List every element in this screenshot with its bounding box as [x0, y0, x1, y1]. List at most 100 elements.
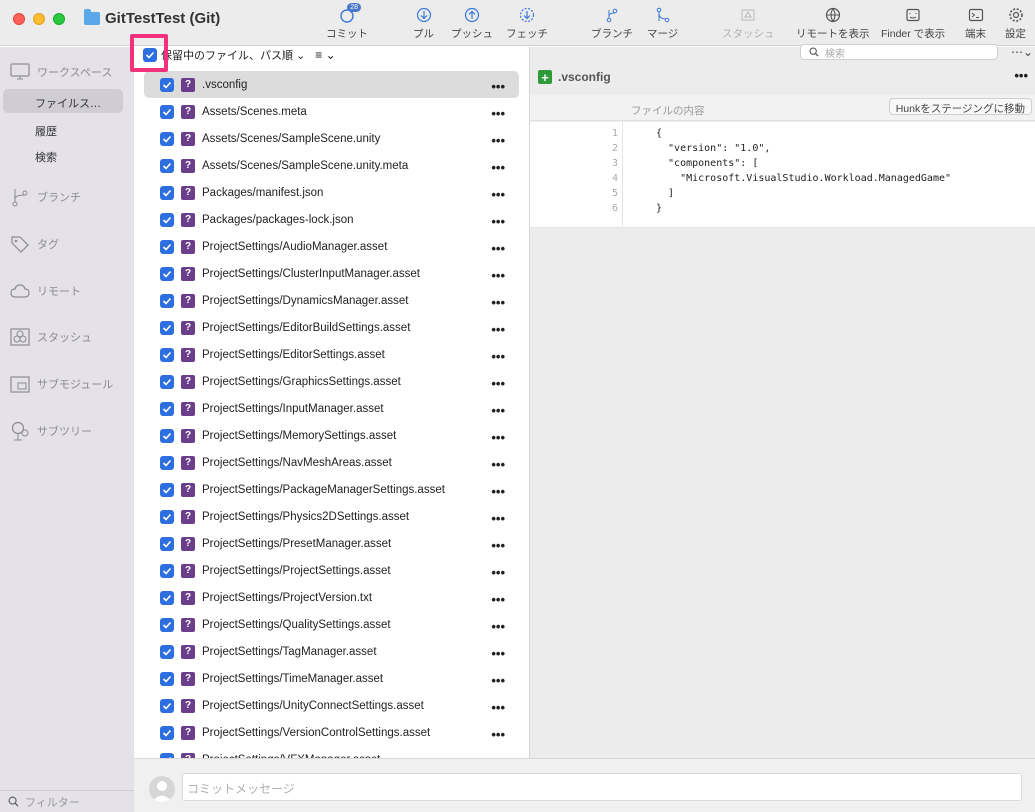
file-more-button[interactable]: ••• [491, 160, 505, 175]
file-stage-checkbox[interactable] [160, 158, 174, 173]
file-row[interactable]: ? ProjectSettings/DynamicsManager.asset ••… [144, 287, 519, 314]
file-row[interactable]: ? ProjectSettings/TimeManager.asset ••• [144, 665, 519, 692]
sidebar-filter-field[interactable]: フィルター [0, 790, 134, 812]
file-more-button[interactable]: ••• [491, 403, 505, 418]
diff-more-button[interactable]: ••• [1014, 68, 1028, 83]
file-stage-checkbox[interactable] [160, 509, 174, 524]
terminal-button[interactable]: 端末 [965, 4, 986, 41]
merge-button[interactable]: マージ [647, 4, 678, 41]
file-more-button[interactable]: ••• [491, 538, 505, 553]
file-row[interactable]: ? ProjectSettings/TagManager.asset ••• [144, 638, 519, 665]
sidebar-section-stashes[interactable]: スタッシュ [10, 328, 92, 346]
sidebar-section-remotes[interactable]: リモート [10, 283, 81, 299]
show-remote-button[interactable]: リモートを表示 [796, 4, 870, 41]
file-row[interactable]: ? ProjectSettings/Physics2DSettings.asset… [144, 503, 519, 530]
file-stage-checkbox[interactable] [160, 293, 174, 308]
file-more-button[interactable]: ••• [491, 511, 505, 526]
file-more-button[interactable]: ••• [491, 79, 505, 94]
file-stage-checkbox[interactable] [160, 320, 174, 335]
file-stage-checkbox[interactable] [160, 104, 174, 119]
sort-mode-dropdown[interactable]: 保留中のファイル、パス順 ⌄ [161, 47, 305, 63]
file-stage-checkbox[interactable] [160, 563, 174, 578]
file-stage-checkbox[interactable] [160, 266, 174, 281]
pull-button[interactable]: プル [413, 4, 434, 41]
file-row[interactable]: ? ProjectSettings/QualitySettings.asset ••… [144, 611, 519, 638]
file-row[interactable]: ? ProjectSettings/ClusterInputManager.ass… [144, 260, 519, 287]
file-more-button[interactable]: ••• [491, 376, 505, 391]
file-row[interactable]: ? ProjectSettings/ProjectSettings.asset ••… [144, 557, 519, 584]
search-input[interactable]: 検索 [800, 44, 998, 60]
file-row[interactable]: ? ProjectSettings/NavMeshAreas.asset ••• [144, 449, 519, 476]
sidebar-section-tags[interactable]: タグ [10, 234, 59, 254]
file-more-button[interactable]: ••• [491, 214, 505, 229]
file-row[interactable]: ? ProjectSettings/PresetManager.asset ••• [144, 530, 519, 557]
file-more-button[interactable]: ••• [491, 646, 505, 661]
file-more-button[interactable]: ••• [491, 349, 505, 364]
file-more-button[interactable]: ••• [491, 133, 505, 148]
file-more-button[interactable]: ••• [491, 430, 505, 445]
file-stage-checkbox[interactable] [160, 239, 174, 254]
view-options-dropdown[interactable]: ≡ ⌄ [315, 48, 335, 62]
file-stage-checkbox[interactable] [160, 617, 174, 632]
show-in-finder-button[interactable]: Finder で表示 [881, 4, 945, 41]
file-row[interactable]: ? ProjectSettings/UnityConnectSettings.as… [144, 692, 519, 719]
file-stage-checkbox[interactable] [160, 482, 174, 497]
file-more-button[interactable]: ••• [491, 295, 505, 310]
file-row[interactable]: ? Assets/Scenes/SampleScene.unity ••• [144, 125, 519, 152]
branch-button[interactable]: ブランチ [591, 4, 633, 41]
more-options-dropdown[interactable]: ⋯⌄ [1011, 45, 1033, 59]
commit-button[interactable]: 28 コミット [326, 3, 368, 41]
file-row[interactable]: ? Packages/manifest.json ••• [144, 179, 519, 206]
file-stage-checkbox[interactable] [160, 185, 174, 200]
sidebar-item-search[interactable]: 検索 [35, 149, 57, 165]
file-stage-checkbox[interactable] [160, 77, 174, 92]
push-button[interactable]: プッシュ [451, 4, 493, 41]
file-stage-checkbox[interactable] [160, 347, 174, 362]
commit-message-input[interactable]: コミットメッセージ [182, 773, 1022, 801]
file-more-button[interactable]: ••• [491, 457, 505, 472]
sidebar-section-submodules[interactable]: サブモジュール [10, 375, 113, 393]
file-more-button[interactable]: ••• [491, 241, 505, 256]
file-stage-checkbox[interactable] [160, 212, 174, 227]
file-stage-checkbox[interactable] [160, 671, 174, 686]
file-row[interactable]: ? Packages/packages-lock.json ••• [144, 206, 519, 233]
file-row[interactable]: ?ProjectSettings/VFXManager.asset••• [144, 746, 519, 758]
file-stage-checkbox[interactable] [160, 725, 174, 740]
file-stage-checkbox[interactable] [160, 590, 174, 605]
file-row[interactable]: ? .vsconfig ••• [144, 71, 519, 98]
file-stage-checkbox[interactable] [160, 644, 174, 659]
file-stage-checkbox[interactable] [160, 428, 174, 443]
stage-hunk-button[interactable]: Hunkをステージングに移動 [888, 98, 1032, 115]
sidebar-section-subtrees[interactable]: サブツリー [10, 421, 92, 441]
file-stage-checkbox[interactable] [160, 131, 174, 146]
file-stage-checkbox[interactable] [160, 455, 174, 470]
file-row[interactable]: ? ProjectSettings/VersionControlSettings.… [144, 719, 519, 746]
file-row[interactable]: ? Assets/Scenes/SampleScene.unity.meta ••• [144, 152, 519, 179]
file-more-button[interactable]: ••• [491, 106, 505, 121]
sidebar-item-file-status[interactable]: ファイルス… [3, 89, 123, 113]
sidebar-section-branches[interactable]: ブランチ [10, 187, 81, 207]
file-stage-checkbox[interactable] [160, 698, 174, 713]
file-stage-checkbox[interactable] [160, 374, 174, 389]
file-row[interactable]: ? Assets/Scenes.meta ••• [144, 98, 519, 125]
stash-button[interactable]: スタッシュ [722, 4, 775, 41]
file-more-button[interactable]: ••• [491, 565, 505, 580]
fetch-button[interactable]: フェッチ [506, 4, 548, 41]
file-more-button[interactable]: ••• [491, 187, 505, 202]
file-row[interactable]: ? ProjectSettings/AudioManager.asset ••• [144, 233, 519, 260]
file-row[interactable]: ? ProjectSettings/EditorSettings.asset ••• [144, 341, 519, 368]
file-more-button[interactable]: ••• [491, 700, 505, 715]
close-window-button[interactable] [13, 13, 25, 25]
file-stage-checkbox[interactable] [160, 401, 174, 416]
sidebar-section-workspace[interactable]: ワークスペース [10, 63, 112, 81]
sidebar-item-history[interactable]: 履歴 [35, 123, 57, 139]
file-row[interactable]: ? ProjectSettings/GraphicsSettings.asset •… [144, 368, 519, 395]
file-row[interactable]: ? ProjectSettings/MemorySettings.asset ••• [144, 422, 519, 449]
zoom-window-button[interactable] [53, 13, 65, 25]
file-more-button[interactable]: ••• [491, 619, 505, 634]
file-more-button[interactable]: ••• [491, 592, 505, 607]
settings-button[interactable]: 設定 [1005, 4, 1026, 41]
file-more-button[interactable]: ••• [491, 268, 505, 283]
file-more-button[interactable]: ••• [491, 322, 505, 337]
file-row[interactable]: ? ProjectSettings/EditorBuildSettings.ass… [144, 314, 519, 341]
